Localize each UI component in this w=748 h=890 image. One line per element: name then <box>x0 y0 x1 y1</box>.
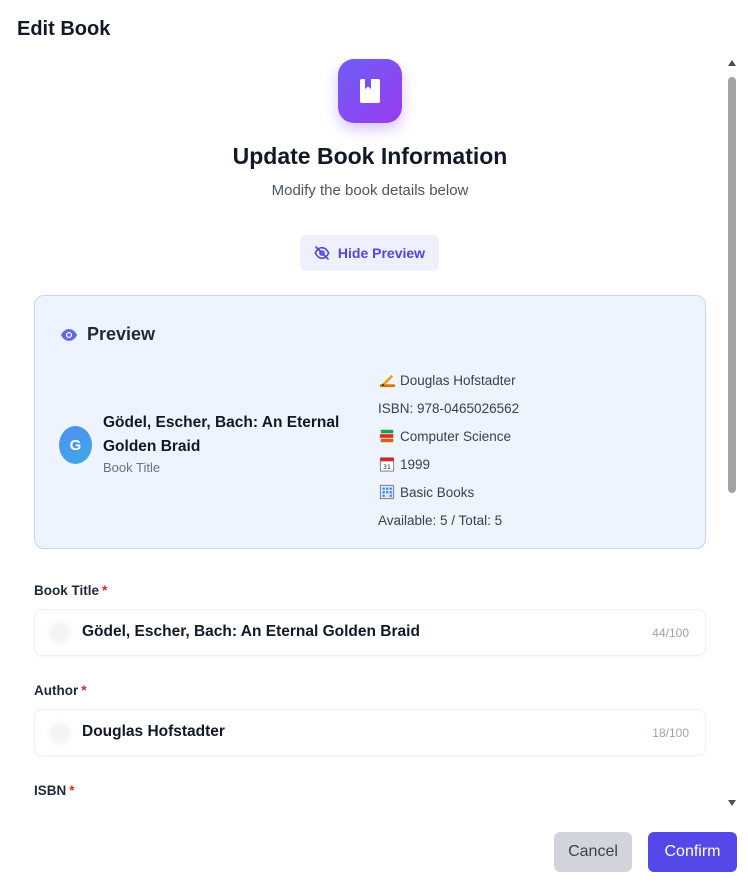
book-title-label-text: Book Title <box>34 583 100 598</box>
cancel-button[interactable]: Cancel <box>554 832 632 872</box>
dialog-scroll-area[interactable]: Update Book Information Modify the book … <box>0 58 740 808</box>
preview-book-title-caption: Book Title <box>103 460 161 475</box>
preview-publisher-row: Basic Books <box>378 478 519 506</box>
required-mark: * <box>102 583 108 598</box>
preview-author: Douglas Hofstadter <box>400 372 516 388</box>
author-input[interactable]: Douglas Hofstadter 18/100 <box>34 709 706 756</box>
preview-author-row: Douglas Hofstadter <box>378 366 519 394</box>
scroll-up-arrow[interactable] <box>728 60 736 66</box>
required-mark: * <box>81 683 87 698</box>
author-label-text: Author <box>34 683 79 698</box>
book-avatar: G <box>59 426 92 464</box>
preview-isbn: ISBN: 978-0465026562 <box>378 400 520 416</box>
preview-category-row: Computer Science <box>378 422 519 450</box>
preview-isbn-row: ISBN: 978-0465026562 <box>378 394 519 422</box>
preview-year: 1999 <box>400 456 431 472</box>
isbn-label-text: ISBN <box>34 783 67 798</box>
confirm-button[interactable]: Confirm <box>648 832 737 872</box>
author-input-icon <box>49 722 71 744</box>
eye-off-icon <box>314 246 330 260</box>
author-label: Author * <box>34 683 87 698</box>
book-title-input[interactable]: Gödel, Escher, Bach: An Eternal Golden B… <box>34 609 706 656</box>
required-mark: * <box>69 783 75 798</box>
calendar-icon: 31 <box>378 455 396 473</box>
scrollbar-thumb[interactable] <box>728 77 736 493</box>
author-input-value: Douglas Hofstadter <box>82 723 225 740</box>
books-icon <box>378 427 396 445</box>
preview-meta: Douglas Hofstadter ISBN: 978-0465026562 … <box>378 366 519 534</box>
book-title-char-counter: 44/100 <box>652 626 689 640</box>
book-title-label: Book Title * <box>34 583 107 598</box>
scroll-down-arrow[interactable] <box>728 800 736 806</box>
hide-preview-button[interactable]: Hide Preview <box>300 235 439 271</box>
author-char-counter: 18/100 <box>652 726 689 740</box>
book-icon <box>338 59 402 123</box>
form-subheading: Modify the book details below <box>271 182 469 199</box>
book-title-input-value: Gödel, Escher, Bach: An Eternal Golden B… <box>82 623 420 640</box>
hide-preview-label: Hide Preview <box>337 245 426 261</box>
svg-text:31: 31 <box>383 464 391 471</box>
form-heading: Update Book Information <box>232 143 508 169</box>
preview-book-title: Gödel, Escher, Bach: An Eternal Golden B… <box>103 414 340 455</box>
preview-availability: Available: 5 / Total: 5 <box>378 512 503 528</box>
preview-header: Preview <box>60 324 155 345</box>
dialog-title: Edit Book <box>17 18 111 40</box>
preview-card: Preview G Gödel, Escher, Bach: An Eterna… <box>34 295 706 549</box>
preview-availability-row: Available: 5 / Total: 5 <box>378 506 519 534</box>
preview-header-label: Preview <box>87 324 156 344</box>
preview-category: Computer Science <box>400 428 512 444</box>
pen-icon <box>378 371 396 389</box>
building-icon <box>378 483 396 501</box>
eye-icon <box>60 328 78 341</box>
scrollbar[interactable] <box>726 60 738 806</box>
preview-publisher: Basic Books <box>400 484 475 500</box>
book-title-input-icon <box>49 622 71 644</box>
isbn-label: ISBN * <box>34 783 75 798</box>
preview-year-row: 31 1999 <box>378 450 519 478</box>
